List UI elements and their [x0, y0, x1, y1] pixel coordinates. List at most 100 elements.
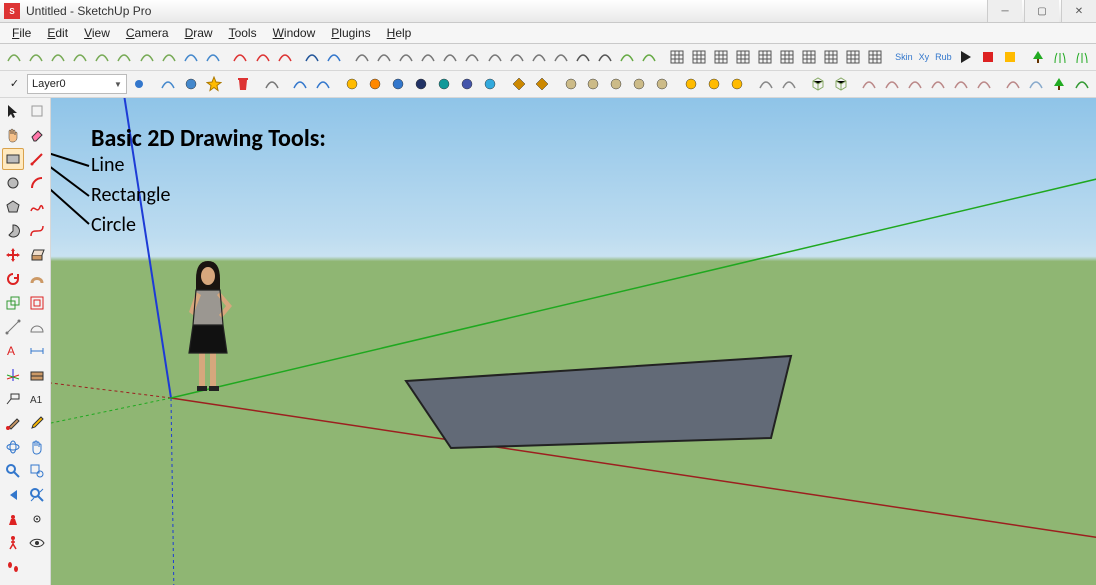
- tool-rec-icon[interactable]: [978, 46, 998, 68]
- tool-iso-4[interactable]: [418, 46, 438, 68]
- tool-sphere-2[interactable]: [583, 73, 604, 95]
- tool-hatch-1[interactable]: [667, 46, 687, 68]
- tool-zoom[interactable]: [2, 460, 24, 482]
- tool-star[interactable]: [204, 73, 225, 95]
- tool-box-empty[interactable]: [26, 100, 48, 122]
- tool-people[interactable]: [951, 73, 972, 95]
- maximize-button[interactable]: ▢: [1024, 0, 1059, 22]
- tool-hatch-9[interactable]: [843, 46, 863, 68]
- tool-lines-1[interactable]: [573, 46, 593, 68]
- tool-box-1[interactable]: [617, 46, 637, 68]
- xy-label[interactable]: Xy: [917, 52, 932, 62]
- tool-ball-cyan[interactable]: [480, 73, 501, 95]
- tool-hatch-8[interactable]: [821, 46, 841, 68]
- tool-eye[interactable]: [26, 532, 48, 554]
- tool-3dtext[interactable]: A1: [26, 388, 48, 410]
- tool-zoomwin[interactable]: [26, 460, 48, 482]
- tool-prev[interactable]: [2, 484, 24, 506]
- tool-red-tool-3[interactable]: [275, 46, 295, 68]
- tool-curve-8[interactable]: [159, 46, 179, 68]
- rub-label[interactable]: Rub: [933, 52, 954, 62]
- tool-ball-yellow[interactable]: [342, 73, 363, 95]
- tool-trash-red[interactable]: [232, 73, 253, 95]
- tool-picture[interactable]: [974, 73, 995, 95]
- tool-eraser[interactable]: [26, 124, 48, 146]
- tool-iso-6[interactable]: [462, 46, 482, 68]
- menu-file[interactable]: File: [4, 24, 39, 42]
- tool-house[interactable]: [859, 73, 880, 95]
- tool-arc-black[interactable]: [302, 46, 322, 68]
- menu-camera[interactable]: Camera: [118, 24, 177, 42]
- tool-hand[interactable]: [2, 124, 24, 146]
- tool-hatch-2[interactable]: [689, 46, 709, 68]
- tool-curve-6[interactable]: [114, 46, 134, 68]
- tool-move[interactable]: [2, 244, 24, 266]
- tool-light[interactable]: [704, 73, 725, 95]
- tool-section[interactable]: [26, 364, 48, 386]
- tool-tape[interactable]: [2, 316, 24, 338]
- tool-hatch-4[interactable]: [733, 46, 753, 68]
- tool-curve-4[interactable]: [70, 46, 90, 68]
- menu-window[interactable]: Window: [265, 24, 324, 42]
- tool-orbit[interactable]: [2, 436, 24, 458]
- tool-grass-1[interactable]: [1050, 46, 1070, 68]
- tool-rotate[interactable]: [2, 268, 24, 290]
- tool-protractor[interactable]: [26, 316, 48, 338]
- close-button[interactable]: ✕: [1061, 0, 1096, 22]
- menu-tools[interactable]: Tools: [221, 24, 265, 42]
- tool-zoomext[interactable]: [26, 484, 48, 506]
- tool-grass-2[interactable]: [1072, 46, 1092, 68]
- tool-iso-3[interactable]: [396, 46, 416, 68]
- menu-view[interactable]: View: [76, 24, 118, 42]
- tool-axes[interactable]: [2, 364, 24, 386]
- tool-tree-flat[interactable]: [1048, 73, 1069, 95]
- tool-sphere-3[interactable]: [629, 73, 650, 95]
- tool-polygon[interactable]: [2, 196, 24, 218]
- tool-scale[interactable]: [2, 292, 24, 314]
- tool-text[interactable]: A: [2, 340, 24, 362]
- tool-ball-indigo[interactable]: [457, 73, 478, 95]
- tool-slash-3[interactable]: [529, 46, 549, 68]
- tool-play-icon[interactable]: [956, 46, 976, 68]
- tool-eyedropper[interactable]: [26, 412, 48, 434]
- tool-globe[interactable]: [181, 73, 202, 95]
- tool-bezier-1[interactable]: [181, 46, 201, 68]
- tool-diamond-out[interactable]: [531, 73, 552, 95]
- tool-followme[interactable]: [26, 268, 48, 290]
- tool-tablet[interactable]: [1002, 73, 1023, 95]
- tool-ball-teal[interactable]: [434, 73, 455, 95]
- tool-hatch-5[interactable]: [755, 46, 775, 68]
- tool-refresh[interactable]: [158, 73, 179, 95]
- tool-circle[interactable]: [2, 172, 24, 194]
- menu-plugins[interactable]: Plugins: [323, 24, 378, 42]
- tool-stairs[interactable]: [882, 73, 903, 95]
- tool-look[interactable]: [26, 508, 48, 530]
- tool-ball-orange[interactable]: [365, 73, 386, 95]
- tool-bezier2[interactable]: [26, 220, 48, 242]
- tool-hatch-10[interactable]: [865, 46, 885, 68]
- tool-wave-1[interactable]: [290, 73, 311, 95]
- tool-slash-1[interactable]: [484, 46, 504, 68]
- tool-tree-1[interactable]: [1027, 46, 1047, 68]
- tool-cube[interactable]: [807, 73, 828, 95]
- tool-curve-3[interactable]: [48, 46, 68, 68]
- tool-diamond[interactable]: [508, 73, 529, 95]
- tool-ring[interactable]: [606, 73, 627, 95]
- tool-wave-2[interactable]: [313, 73, 334, 95]
- skin-label[interactable]: Skin: [893, 52, 915, 62]
- tool-red-tool-2[interactable]: [252, 46, 272, 68]
- tool-note[interactable]: [1025, 73, 1046, 95]
- tool-stack-2[interactable]: [778, 73, 799, 95]
- tool-hatch-3[interactable]: [711, 46, 731, 68]
- tool-position[interactable]: [2, 508, 24, 530]
- tool-curve-1[interactable]: [4, 46, 24, 68]
- tool-measure[interactable]: [261, 73, 282, 95]
- tool-iso-5[interactable]: [440, 46, 460, 68]
- tool-sphere-4[interactable]: [652, 73, 673, 95]
- tool-steps[interactable]: [2, 556, 24, 578]
- tool-poly[interactable]: [928, 73, 949, 95]
- tool-hatch-7[interactable]: [799, 46, 819, 68]
- tool-sun-1[interactable]: [681, 73, 702, 95]
- tool-lines-2[interactable]: [595, 46, 615, 68]
- tool-paint[interactable]: [2, 412, 24, 434]
